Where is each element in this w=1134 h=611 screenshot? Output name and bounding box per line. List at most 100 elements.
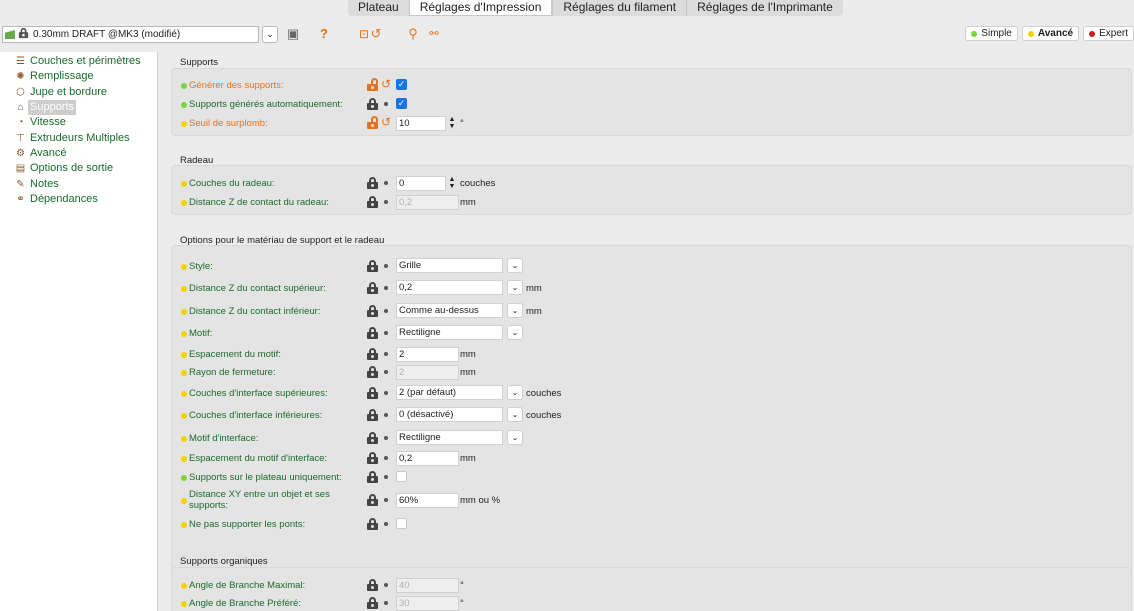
mode-simple[interactable]: Simple — [965, 26, 1018, 41]
system-value-dot-icon — [384, 200, 388, 204]
lock-icon[interactable] — [367, 387, 378, 399]
search-icon[interactable]: ⚲ — [405, 26, 421, 42]
setting-label: Distance Z de contact du radeau: — [189, 197, 329, 208]
pattern-spacing-input[interactable]: 2 — [396, 347, 459, 362]
reset-icon[interactable]: ↺ — [381, 116, 391, 129]
bottom-contact-z-select[interactable]: Comme au-dessus — [396, 303, 503, 318]
system-value-dot-icon — [384, 331, 388, 335]
sidebar-item-infill[interactable]: ✺ Remplissage — [0, 69, 157, 84]
simple-dot-icon — [971, 30, 978, 37]
overhang-threshold-input[interactable]: 10 — [396, 116, 446, 131]
tab-plateau[interactable]: Plateau — [348, 0, 409, 16]
dont-support-bridges-checkbox[interactable] — [396, 518, 407, 529]
layers-icon: ☰ — [16, 56, 25, 68]
chevron-down-icon[interactable]: ⌄ — [507, 385, 523, 400]
generate-supports-checkbox[interactable]: ✓ — [396, 79, 407, 90]
advanced-icon: ⚙ — [16, 147, 25, 159]
lock-icon[interactable] — [367, 260, 378, 272]
compare-icon[interactable]: ⚯ — [426, 26, 442, 42]
lock-icon[interactable] — [367, 196, 378, 208]
chevron-down-icon[interactable]: ⌄ — [507, 325, 523, 340]
spin-buttons-icon[interactable]: ▲ ▼ — [448, 116, 456, 131]
setting-label: Distance Z du contact inférieur: — [189, 306, 321, 317]
bottom-interface-layers-select[interactable]: 0 (désactivé) — [396, 407, 503, 422]
lock-icon[interactable] — [367, 471, 378, 483]
chevron-down-icon[interactable]: ⌄ — [507, 303, 523, 318]
sidebar-item-output[interactable]: ▤ Options de sortie — [0, 161, 157, 176]
system-value-dot-icon — [384, 309, 388, 313]
chevron-down-icon[interactable]: ⌄ — [507, 258, 523, 273]
xy-distance-input[interactable]: 60% — [396, 493, 459, 508]
interface-pattern-spacing-input[interactable]: 0,2 — [396, 451, 459, 466]
lock-icon[interactable] — [367, 305, 378, 317]
simple-mode-dot-icon — [181, 102, 187, 108]
reset-icon[interactable]: ↺ — [381, 78, 391, 91]
spin-buttons-icon[interactable]: ▲ ▼ — [448, 176, 456, 191]
preset-dropdown-button[interactable]: ⌄ — [262, 26, 278, 43]
sidebar-item-skirt[interactable]: ⬡ Jupe et bordure — [0, 85, 157, 100]
buildplate-only-checkbox[interactable] — [396, 471, 407, 482]
pattern-select[interactable]: Rectiligne — [396, 325, 503, 340]
interface-pattern-select[interactable]: Rectiligne — [396, 430, 503, 445]
lock-icon[interactable] — [367, 432, 378, 444]
preset-select[interactable]: 0.30mm DRAFT @MK3 (modifié) — [2, 26, 259, 43]
sidebar-item-advanced[interactable]: ⚙ Avancé — [0, 146, 157, 161]
help-icon[interactable]: ? — [316, 26, 332, 42]
setting-label: Couches du radeau: — [189, 178, 275, 189]
lock-icon[interactable] — [367, 494, 378, 506]
skirt-icon: ⬡ — [16, 86, 25, 98]
setting-label: Espacement du motif: — [189, 349, 281, 360]
sidebar-item-layers[interactable]: ☰ Couches et périmètres — [0, 54, 157, 69]
unlock-icon[interactable] — [367, 78, 378, 91]
mode-advanced[interactable]: Avancé — [1021, 26, 1080, 41]
raft-layers-input[interactable]: 0 — [396, 176, 446, 191]
sidebar-item-dependencies[interactable]: ⚭ Dépendances — [0, 192, 157, 207]
sidebar-item-label: Supports — [28, 100, 77, 116]
lock-icon[interactable] — [367, 518, 378, 530]
save-icon[interactable]: ▣ — [285, 26, 301, 42]
advanced-mode-dot-icon — [181, 309, 187, 315]
lock-icon[interactable] — [367, 579, 378, 591]
tab-printer-settings[interactable]: Réglages de l'Imprimante — [686, 0, 843, 16]
tab-print-settings[interactable]: Réglages d'Impression — [408, 0, 553, 16]
lock-icon[interactable] — [367, 327, 378, 339]
system-value-dot-icon — [384, 583, 388, 587]
tab-filament-settings[interactable]: Réglages du filament — [552, 0, 686, 16]
advanced-mode-dot-icon — [181, 370, 187, 376]
chevron-down-icon[interactable]: ⌄ — [507, 280, 523, 295]
lock-icon[interactable] — [367, 409, 378, 421]
chevron-down-icon[interactable]: ⌄ — [507, 430, 523, 445]
lock-icon[interactable] — [367, 282, 378, 294]
lock-icon[interactable] — [367, 597, 378, 609]
sidebar-item-supports[interactable]: ⌂ Supports — [0, 100, 157, 116]
advanced-mode-dot-icon — [181, 413, 187, 419]
raft-contact-distance-input: 0,2 — [396, 195, 459, 210]
top-interface-layers-select[interactable]: 2 (par défaut) — [396, 385, 503, 400]
advanced-mode-dot-icon — [181, 436, 187, 442]
advanced-mode-dot-icon — [181, 522, 187, 528]
top-contact-z-select[interactable]: 0,2 — [396, 280, 503, 295]
unlock-icon[interactable] — [367, 116, 378, 129]
setting-pattern-spacing: Espacement du motif: 2 mm — [172, 346, 1133, 364]
sidebar-item-extruders[interactable]: ⊤ Extrudeurs Multiples — [0, 130, 157, 145]
advanced-dot-icon — [1027, 30, 1034, 37]
lock-icon[interactable] — [367, 452, 378, 464]
sidebar-item-notes[interactable]: ✎ Notes — [0, 176, 157, 191]
auto-supports-checkbox[interactable]: ✓ — [396, 98, 407, 109]
advanced-mode-dot-icon — [181, 601, 187, 607]
style-select[interactable]: Grille — [396, 258, 503, 273]
simple-mode-dot-icon — [181, 83, 187, 89]
lock-icon[interactable] — [367, 177, 378, 189]
sidebar-item-label: Avancé — [30, 146, 67, 159]
lock-icon[interactable] — [367, 366, 378, 378]
sidebar-item-label: Dépendances — [30, 192, 98, 205]
lock-icon[interactable] — [367, 98, 378, 110]
speed-icon: ◔ — [17, 117, 24, 129]
setting-pattern: Motif: Rectiligne ⌄ — [172, 325, 1133, 343]
mode-expert[interactable]: Expert — [1083, 26, 1134, 41]
sidebar-item-speed[interactable]: ◔ Vitesse — [0, 115, 157, 130]
lock-icon[interactable] — [367, 348, 378, 360]
chevron-down-icon[interactable]: ⌄ — [507, 407, 523, 422]
system-value-dot-icon — [384, 181, 388, 185]
reset-icon[interactable]: ↺ — [368, 26, 384, 42]
